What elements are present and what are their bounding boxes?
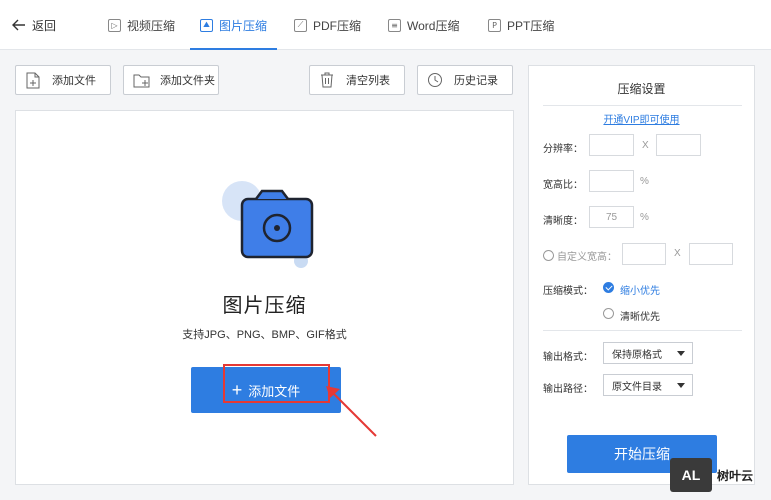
clarity-unit: %: [640, 212, 649, 223]
watermark-logo: AL: [670, 458, 712, 492]
aspect-ratio-unit: %: [640, 176, 649, 187]
custom-height-input[interactable]: [689, 243, 733, 265]
pdf-icon: ⟋: [294, 18, 307, 32]
vip-link[interactable]: 开通VIP即可使用: [529, 111, 754, 126]
custom-size-label: 自定义宽高：: [557, 252, 617, 263]
settings-title: 压缩设置: [617, 82, 666, 96]
resolution-label: 分辨率：: [543, 144, 583, 155]
clarity-label: 清晰度：: [543, 216, 583, 227]
page-title: 图片压缩: [222, 295, 307, 317]
mode-clarity-first-radio[interactable]: [603, 308, 614, 319]
output-path-select[interactable]: 原文件目录: [603, 374, 693, 396]
output-format-label: 输出格式：: [543, 352, 593, 363]
back-button[interactable]: 返回: [12, 14, 56, 36]
divider: [543, 330, 742, 331]
tab-label: PPT压缩: [507, 18, 555, 33]
chevron-down-icon: [677, 351, 685, 356]
tab-video-compress[interactable]: ▷ 视频压缩: [108, 0, 175, 50]
tab-word-compress[interactable]: ≡ Word压缩: [388, 0, 459, 50]
trash-icon: [318, 71, 336, 89]
add-folder-button[interactable]: 添加文件夹: [123, 65, 219, 95]
compression-mode-label: 压缩模式：: [543, 286, 593, 297]
tab-label: 图片压缩: [219, 18, 268, 33]
watermark: AL 树叶云: [670, 455, 771, 495]
clear-list-label: 清空列表: [346, 75, 390, 87]
mode-size-first-radio[interactable]: [603, 282, 614, 293]
mode-size-first-label: 缩小优先: [620, 286, 660, 297]
add-file-button[interactable]: 添加文件: [15, 65, 111, 95]
word-icon: ≡: [388, 18, 401, 32]
clarity-input[interactable]: 75: [589, 206, 634, 228]
tab-image-compress[interactable]: ⛰ 图片压缩: [189, 0, 278, 50]
drop-panel[interactable]: 图片压缩 支持JPG、PNG、BMP、GIF格式 + 添加文件: [15, 110, 514, 485]
custom-size-separator: X: [674, 248, 681, 259]
tab-ppt-compress[interactable]: P PPT压缩: [488, 0, 554, 50]
image-icon: ⛰: [200, 18, 213, 32]
clock-icon: [426, 71, 444, 89]
aspect-ratio-label: 宽高比：: [543, 180, 583, 191]
supported-formats-text: 支持JPG、PNG、BMP、GIF格式: [182, 329, 347, 341]
divider: [543, 105, 742, 106]
tab-label: Word压缩: [407, 18, 460, 33]
output-format-select[interactable]: 保持原格式: [603, 342, 693, 364]
output-path-label: 输出路径：: [543, 384, 593, 395]
add-file-main-label: 添加文件: [248, 383, 301, 399]
resolution-width-input[interactable]: [589, 134, 634, 156]
plus-icon: +: [231, 380, 243, 400]
add-folder-label: 添加文件夹: [160, 75, 215, 87]
compression-settings-panel: 压缩设置 开通VIP即可使用 分辨率： X 宽高比： % 清晰度： 75 % 自…: [528, 65, 755, 485]
output-path-value: 原文件目录: [612, 381, 662, 393]
chevron-down-icon: [677, 383, 685, 388]
custom-size-radio[interactable]: [543, 250, 554, 261]
back-label: 返回: [32, 18, 57, 33]
custom-width-input[interactable]: [622, 243, 666, 265]
app-window: 返回 ▷ 视频压缩 ⛰ 图片压缩 ⟋ PDF压缩 ≡ Word压缩 P PPT压…: [0, 0, 771, 500]
add-file-icon: [24, 71, 42, 89]
arrow-left-icon: [12, 19, 25, 31]
camera-illustration-icon: [222, 181, 314, 268]
history-button[interactable]: 历史记录: [417, 65, 513, 95]
mode-clarity-first-label: 清晰优先: [620, 312, 660, 323]
add-file-label: 添加文件: [52, 75, 96, 87]
history-label: 历史记录: [454, 75, 498, 87]
add-folder-icon: [132, 71, 150, 89]
tab-label: PDF压缩: [313, 18, 362, 33]
top-nav: 返回 ▷ 视频压缩 ⛰ 图片压缩 ⟋ PDF压缩 ≡ Word压缩 P PPT压…: [0, 0, 771, 50]
resolution-height-input[interactable]: [656, 134, 701, 156]
watermark-text: 树叶云: [717, 468, 754, 483]
add-file-main-button[interactable]: + 添加文件: [191, 367, 341, 413]
output-format-value: 保持原格式: [612, 349, 662, 361]
video-icon: ▷: [108, 18, 121, 32]
tab-label: 视频压缩: [127, 18, 176, 33]
resolution-separator: X: [642, 140, 649, 151]
aspect-ratio-input[interactable]: [589, 170, 634, 192]
clear-list-button[interactable]: 清空列表: [309, 65, 405, 95]
tab-pdf-compress[interactable]: ⟋ PDF压缩: [294, 0, 361, 50]
ppt-icon: P: [488, 18, 501, 32]
